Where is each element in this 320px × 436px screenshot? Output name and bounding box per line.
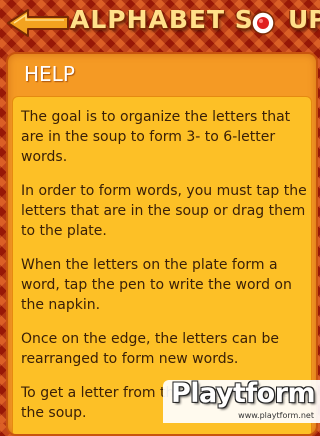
help-paragraph: Once on the edge, the letters can be rea… xyxy=(21,331,279,367)
app-title: ALPHABET S xyxy=(70,5,254,34)
header-bar: ALPHABET S UP xyxy=(0,0,320,48)
help-paragraph: The goal is to organize the letters that… xyxy=(21,109,291,165)
help-paragraph: In order to form words, you must tap the… xyxy=(21,183,307,239)
soup-bowl-icon xyxy=(251,11,275,35)
watermark-url: www.playtform.net xyxy=(238,411,314,420)
watermark-logo: Playtform xyxy=(171,378,316,409)
playtform-watermark: Playtform www.playtform.net xyxy=(163,378,320,423)
help-paragraph: When the letters on the plate form a wor… xyxy=(21,257,292,313)
app-title-suffix: UP xyxy=(288,5,320,34)
help-heading: HELP xyxy=(24,62,75,86)
back-arrow-icon[interactable] xyxy=(6,8,70,38)
